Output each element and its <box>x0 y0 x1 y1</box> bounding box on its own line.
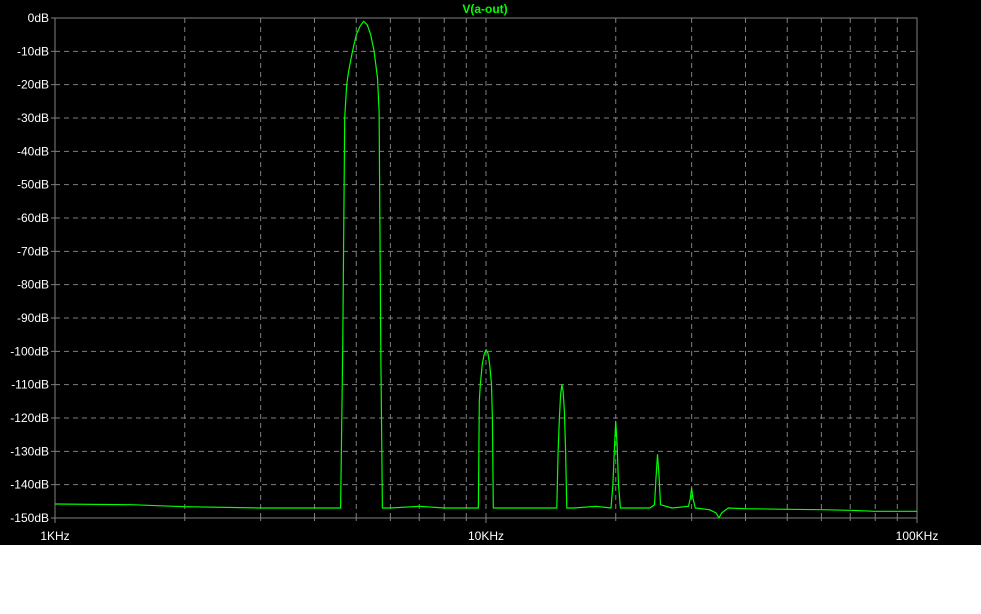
plot-window[interactable]: 0dB -10dB -20dB -30dB -40dB -50dB -60dB -70dB -8… <box>0 0 981 545</box>
y-tick-label: -80dB <box>17 278 49 292</box>
x-tick-label: 10KHz <box>468 529 504 543</box>
y-tick-label: -40dB <box>17 144 49 158</box>
y-tick-label: -150dB <box>10 511 49 525</box>
y-tick-label: -90dB <box>17 311 49 325</box>
x-tick-label: 100KHz <box>896 529 939 543</box>
y-tick-label: -60dB <box>17 211 49 225</box>
y-tick-label: -130dB <box>10 444 49 458</box>
x-tick-label: 1KHz <box>40 529 69 543</box>
y-tick-label: -50dB <box>17 178 49 192</box>
y-axis-ticks: 0dB -10dB -20dB -30dB -40dB -50dB -60dB -70dB -8… <box>10 11 55 525</box>
y-tick-label: -70dB <box>17 244 49 258</box>
x-axis-ticks: 1KHz 10KHz 100KHz <box>40 518 938 543</box>
y-tick-label: 0dB <box>28 11 49 25</box>
y-tick-label: -140dB <box>10 478 49 492</box>
y-tick-label: -120dB <box>10 411 49 425</box>
y-tick-label: -100dB <box>10 344 49 358</box>
grid-layer <box>55 18 917 518</box>
y-tick-label: -110dB <box>11 378 49 392</box>
y-tick-label: -20dB <box>17 78 49 92</box>
fft-chart[interactable]: 0dB -10dB -20dB -30dB -40dB -50dB -60dB -70dB -8… <box>0 0 981 545</box>
y-tick-label: -10dB <box>17 44 49 58</box>
y-tick-label: -30dB <box>17 111 49 125</box>
chart-title[interactable]: V(a-out) <box>462 2 507 16</box>
blank-area <box>0 545 981 614</box>
